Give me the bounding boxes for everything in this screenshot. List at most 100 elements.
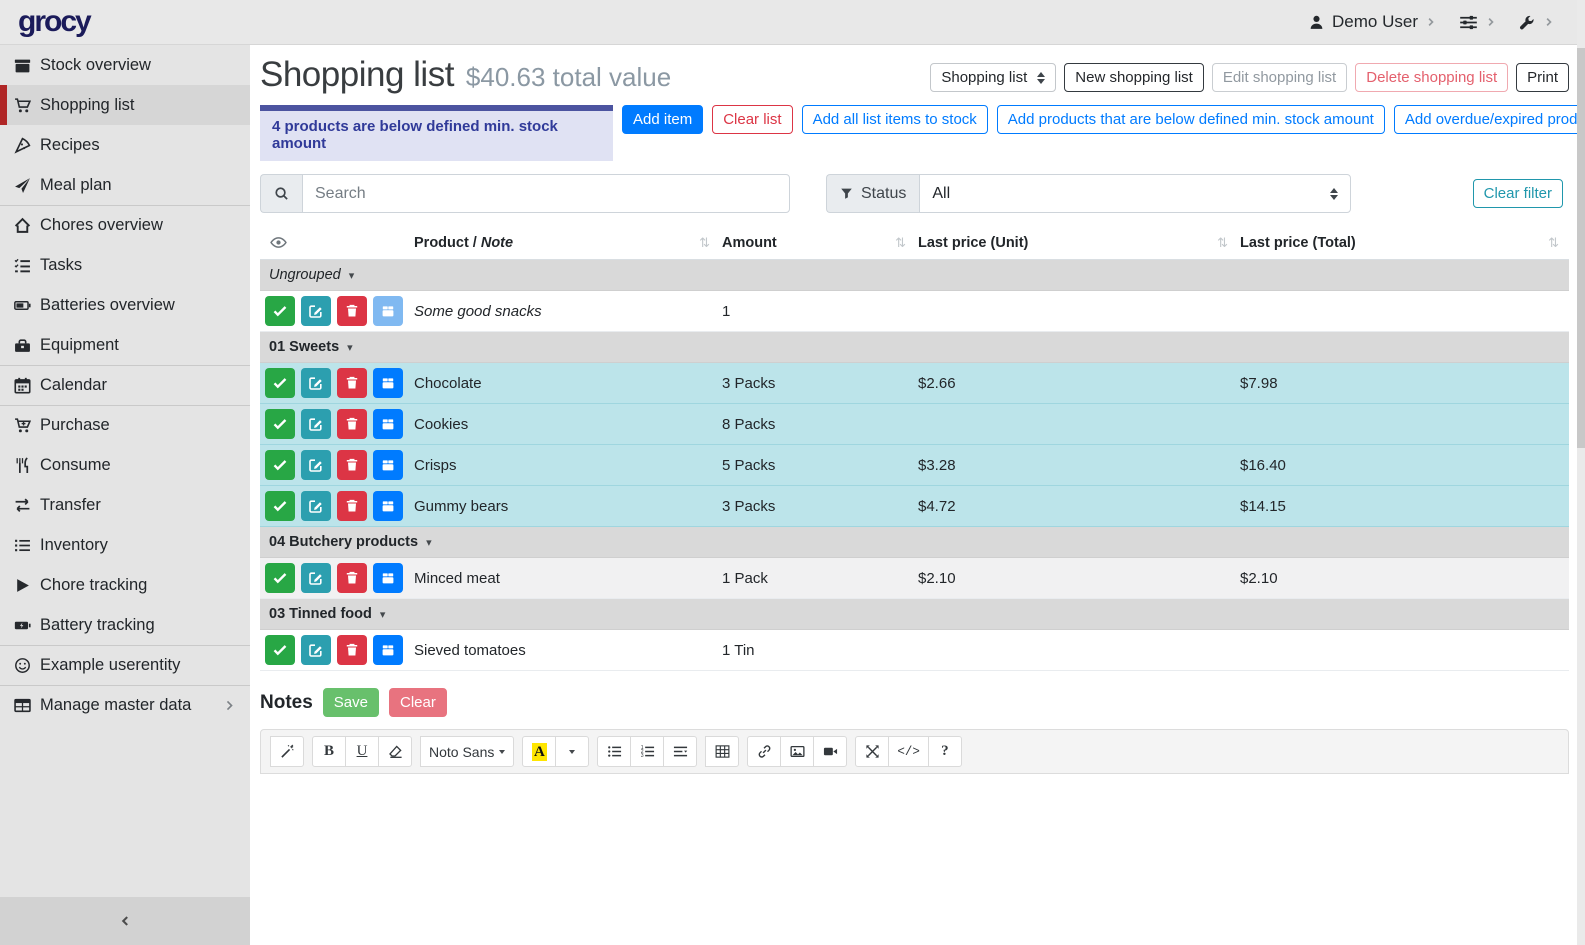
sidebar-item-example-userentity[interactable]: Example userentity: [0, 645, 250, 685]
notes-save-button[interactable]: Save: [323, 688, 379, 717]
clear-list-button[interactable]: Clear list: [712, 105, 792, 134]
underline-button[interactable]: U: [345, 736, 379, 767]
mark-done-button[interactable]: [265, 450, 295, 480]
add-to-stock-button[interactable]: [373, 635, 403, 665]
mark-done-button[interactable]: [265, 563, 295, 593]
sort-icon[interactable]: ⇅: [1548, 235, 1559, 251]
sort-icon[interactable]: ⇅: [1217, 235, 1228, 251]
edit-item-button[interactable]: [301, 635, 331, 665]
sidebar-item-battery-tracking[interactable]: Battery tracking: [0, 605, 250, 645]
add-all-to-stock-button[interactable]: Add all list items to stock: [802, 105, 988, 134]
delete-item-button[interactable]: [337, 635, 367, 665]
sidebar-item-shopping-list[interactable]: Shopping list: [0, 85, 250, 125]
delete-item-button[interactable]: [337, 563, 367, 593]
edit-shopping-list-button[interactable]: Edit shopping list: [1212, 63, 1347, 92]
sidebar-item-inventory[interactable]: Inventory: [0, 525, 250, 565]
sidebar-item-chores-overview[interactable]: Chores overview: [0, 205, 250, 245]
grocy-logo[interactable]: grocy: [18, 5, 90, 39]
add-to-stock-button[interactable]: [373, 563, 403, 593]
sidebar-item-stock-overview[interactable]: Stock overview: [0, 45, 250, 85]
edit-item-button[interactable]: [301, 368, 331, 398]
notes-editor[interactable]: [260, 774, 1569, 945]
add-below-min-stock-button[interactable]: Add products that are below defined min.…: [997, 105, 1385, 134]
ordered-list-button[interactable]: 123: [630, 736, 664, 767]
edit-item-button[interactable]: [301, 409, 331, 439]
sidebar-item-consume[interactable]: Consume: [0, 445, 250, 485]
sidebar-item-chore-tracking[interactable]: Chore tracking: [0, 565, 250, 605]
print-button[interactable]: Print: [1516, 63, 1569, 92]
user-menu[interactable]: Demo User: [1308, 12, 1437, 32]
font-name-select[interactable]: Noto Sans: [420, 736, 514, 767]
add-item-button[interactable]: Add item: [622, 105, 703, 134]
sidebar-item-manage-master-data[interactable]: Manage master data: [0, 685, 250, 725]
sort-icon[interactable]: ⇅: [895, 235, 906, 251]
page-scrollbar[interactable]: [1577, 0, 1585, 945]
sidebar-item-calendar[interactable]: Calendar: [0, 365, 250, 405]
add-to-stock-button[interactable]: [373, 450, 403, 480]
search-input[interactable]: [302, 174, 790, 213]
add-overdue-button[interactable]: Add overdue/expired products: [1394, 105, 1585, 134]
shopping-list-select[interactable]: Shopping list: [930, 63, 1056, 92]
edit-item-button[interactable]: [301, 563, 331, 593]
bold-button[interactable]: B: [312, 736, 346, 767]
delete-item-button[interactable]: [337, 296, 367, 326]
visibility-column-header[interactable]: [260, 226, 412, 259]
unit-price-column-header[interactable]: Last price (Unit) ⇅: [916, 226, 1238, 259]
settings-menu[interactable]: [1459, 13, 1497, 32]
codeview-button[interactable]: </>: [888, 736, 929, 767]
sidebar-item-transfer[interactable]: Transfer: [0, 485, 250, 525]
delete-shopping-list-button[interactable]: Delete shopping list: [1355, 63, 1508, 92]
delete-item-button[interactable]: [337, 450, 367, 480]
paragraph-align-button[interactable]: [663, 736, 697, 767]
delete-item-button[interactable]: [337, 409, 367, 439]
amount-column-header[interactable]: Amount ⇅: [720, 226, 916, 259]
color-picker-caret-button[interactable]: [555, 736, 589, 767]
clear-filter-button[interactable]: Clear filter: [1473, 179, 1563, 208]
sidebar-collapse-button[interactable]: [0, 897, 250, 945]
text-color-button[interactable]: A: [522, 736, 556, 767]
sort-icon[interactable]: ⇅: [699, 235, 710, 251]
edit-item-button[interactable]: [301, 296, 331, 326]
new-shopping-list-button[interactable]: New shopping list: [1064, 63, 1204, 92]
sidebar-item-recipes[interactable]: Recipes: [0, 125, 250, 165]
sidebar-item-batteries-overview[interactable]: Batteries overview: [0, 285, 250, 325]
mark-done-button[interactable]: [265, 635, 295, 665]
status-select[interactable]: All: [919, 174, 1351, 213]
delete-item-button[interactable]: [337, 491, 367, 521]
amount-cell: 5 Packs: [720, 457, 916, 474]
insert-link-button[interactable]: [747, 736, 781, 767]
group-header-01-sweets[interactable]: 01 Sweets▾: [260, 332, 1569, 363]
mark-done-button[interactable]: [265, 491, 295, 521]
sidebar-item-meal-plan[interactable]: Meal plan: [0, 165, 250, 205]
mark-done-button[interactable]: [265, 368, 295, 398]
help-button[interactable]: ?: [928, 736, 962, 767]
insert-table-button[interactable]: [705, 736, 739, 767]
product-column-header[interactable]: Product / Note ⇅: [412, 226, 720, 259]
product-cell: Some good snacks: [412, 303, 720, 320]
group-header-ungrouped[interactable]: Ungrouped▾: [260, 260, 1569, 291]
notes-clear-button[interactable]: Clear: [389, 688, 447, 717]
add-to-stock-button[interactable]: [373, 296, 403, 326]
insert-picture-button[interactable]: [780, 736, 814, 767]
edit-item-button[interactable]: [301, 450, 331, 480]
magic-style-button[interactable]: [270, 736, 304, 767]
eraser-button[interactable]: [378, 736, 412, 767]
add-to-stock-button[interactable]: [373, 368, 403, 398]
edit-item-button[interactable]: [301, 491, 331, 521]
group-header-04-butchery-products[interactable]: 04 Butchery products▾: [260, 527, 1569, 558]
sidebar-item-purchase[interactable]: Purchase: [0, 405, 250, 445]
add-to-stock-button[interactable]: [373, 409, 403, 439]
sidebar-item-tasks[interactable]: Tasks: [0, 245, 250, 285]
total-price-column-header[interactable]: Last price (Total) ⇅: [1238, 226, 1569, 259]
delete-item-button[interactable]: [337, 368, 367, 398]
scrollbar-thumb[interactable]: [1577, 48, 1585, 448]
mark-done-button[interactable]: [265, 296, 295, 326]
fullscreen-button[interactable]: [855, 736, 889, 767]
unordered-list-button[interactable]: [597, 736, 631, 767]
insert-video-button[interactable]: [813, 736, 847, 767]
add-to-stock-button[interactable]: [373, 491, 403, 521]
admin-menu[interactable]: [1519, 14, 1555, 31]
sidebar-item-equipment[interactable]: Equipment: [0, 325, 250, 365]
mark-done-button[interactable]: [265, 409, 295, 439]
group-header-03-tinned-food[interactable]: 03 Tinned food▾: [260, 599, 1569, 630]
